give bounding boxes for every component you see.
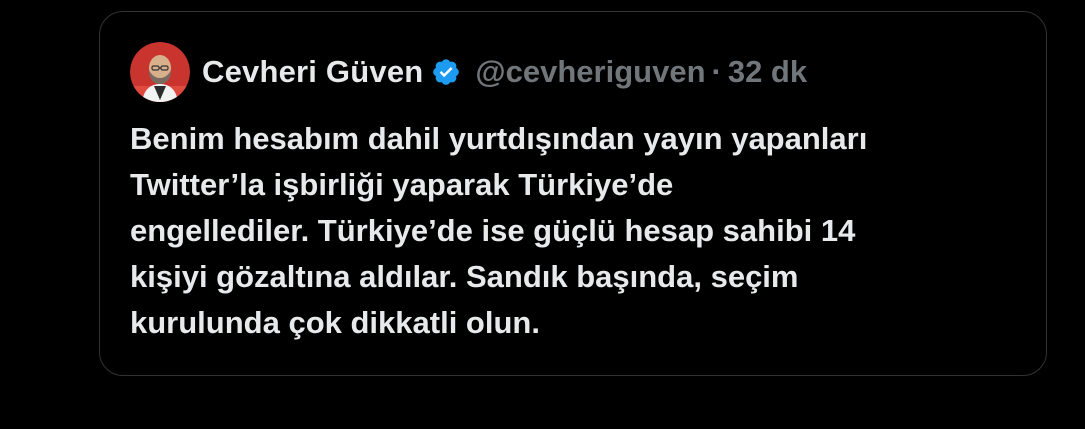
verified-badge-icon[interactable] xyxy=(431,57,461,87)
tweet-timestamp[interactable]: 32 dk xyxy=(728,54,807,90)
author-handle[interactable]: @cevheriguven xyxy=(475,54,705,90)
separator-dot: · xyxy=(711,54,722,89)
avatar-image xyxy=(130,42,190,102)
avatar[interactable] xyxy=(130,42,190,102)
tweet-text: Benim hesabım dahil yurtdışından yayın y… xyxy=(130,121,868,340)
quoted-tweet-card[interactable]: Cevheri Güven @cevheriguven · 32 dk Beni… xyxy=(99,11,1047,376)
tweet-header: Cevheri Güven @cevheriguven · 32 dk xyxy=(130,42,807,102)
author-display-name[interactable]: Cevheri Güven xyxy=(202,54,423,90)
